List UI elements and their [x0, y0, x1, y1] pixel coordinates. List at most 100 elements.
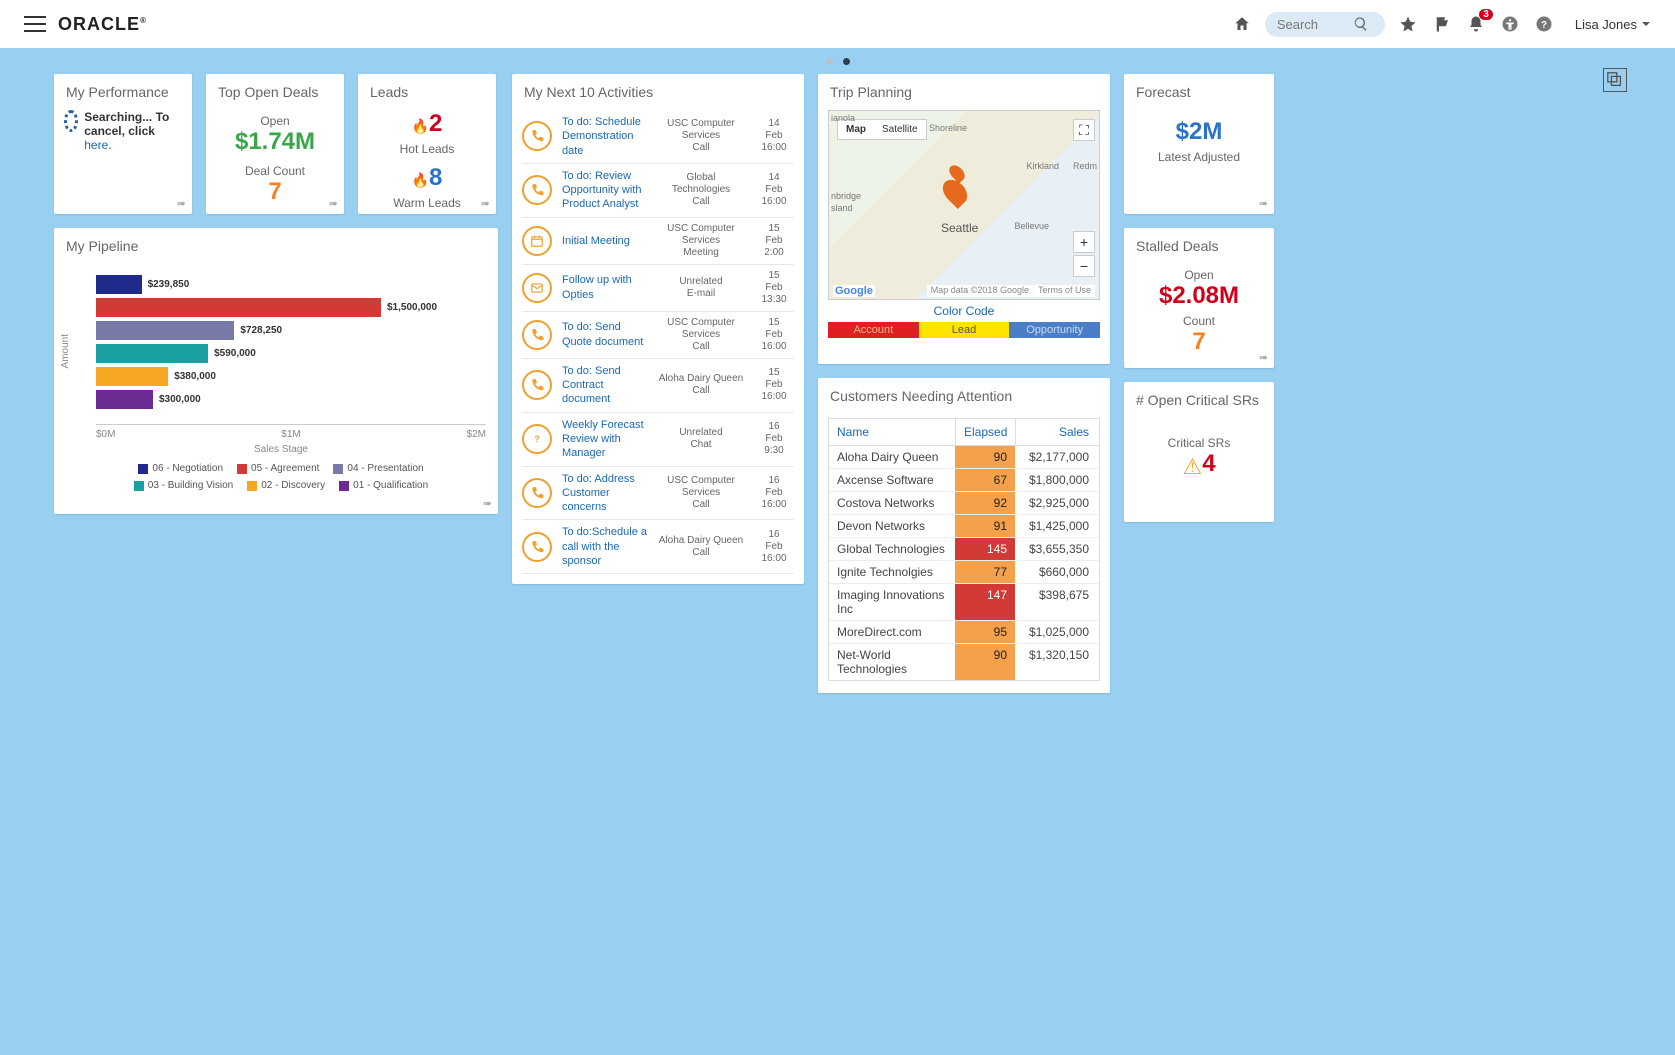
user-menu[interactable]: Lisa Jones: [1575, 17, 1651, 32]
card-leads: Leads 🔥2 Hot Leads 🔥8 Warm Leads ➠: [358, 74, 496, 214]
hot-leads-count: 2: [429, 110, 442, 137]
legend-item[interactable]: 05 - Agreement: [237, 463, 319, 474]
card-forecast: Forecast $2M Latest Adjusted ➠: [1124, 74, 1274, 214]
home-icon[interactable]: [1231, 13, 1253, 35]
hamburger-menu-icon[interactable]: [24, 16, 46, 32]
phone-icon: [522, 175, 552, 205]
card-customers-needing-attention: Customers Needing Attention Name Elapsed…: [818, 378, 1110, 693]
user-name: Lisa Jones: [1575, 17, 1637, 32]
chart-bar[interactable]: $380,000: [96, 366, 486, 387]
activity-row: Initial Meeting USC Computer ServicesMeet…: [522, 218, 794, 265]
activity-task-link[interactable]: Follow up with Opties: [562, 273, 648, 302]
legend-item[interactable]: 02 - Discovery: [247, 480, 325, 491]
activity-task-link[interactable]: To do:Schedule a call with the sponsor: [562, 525, 648, 568]
table-row[interactable]: MoreDirect.com95$1,025,000: [829, 621, 1099, 644]
warm-leads-count: 8: [429, 164, 442, 191]
activity-date: 15Feb2:00: [754, 223, 794, 259]
performance-loading: Searching... To cancel, click here.: [54, 110, 192, 172]
activity-date: 16Feb16:00: [754, 475, 794, 511]
phone-icon: [522, 532, 552, 562]
card-title: Trip Planning: [818, 74, 1110, 110]
table-row[interactable]: Axcense Software67$1,800,000: [829, 469, 1099, 492]
map[interactable]: Map Satellite ⛶ + − ianola nbridge sland…: [828, 110, 1100, 300]
activity-task-link[interactable]: To do: Schedule Demonstration date: [562, 115, 648, 158]
help-icon[interactable]: ?: [1533, 13, 1555, 35]
card-more-icon[interactable]: ➠: [1259, 197, 1268, 210]
card-title: Leads: [358, 74, 420, 110]
activity-row: ? Weekly Forecast Review with Manager Unre…: [522, 413, 794, 467]
legend-item[interactable]: 01 - Qualification: [339, 480, 428, 491]
legend-item[interactable]: 03 - Building Vision: [134, 480, 233, 491]
notifications-icon[interactable]: 3: [1465, 13, 1487, 35]
dashboard-board: My Performance Searching... To cancel, c…: [0, 74, 1675, 733]
card-open-critical-srs: # Open Critical SRs Critical SRs ⚠4: [1124, 382, 1274, 522]
card-more-icon[interactable]: ➠: [481, 197, 490, 210]
card-title: Top Open Deals: [206, 74, 330, 110]
question-icon: ?: [522, 424, 552, 454]
col-header-sales[interactable]: Sales: [1015, 419, 1099, 445]
phone-icon: [522, 370, 552, 400]
activity-row: To do:Schedule a call with the sponsorAl…: [522, 520, 794, 574]
activity-meta: UnrelatedE-mail: [658, 276, 744, 300]
search-icon: [1353, 16, 1369, 32]
chart-bar[interactable]: $728,250: [96, 320, 486, 341]
card-more-icon[interactable]: ➠: [483, 497, 492, 510]
open-amount: $1.74M: [235, 128, 315, 156]
calendar-icon: [522, 226, 552, 256]
activity-task-link[interactable]: To do: Send Contract document: [562, 364, 648, 407]
activity-task-link[interactable]: To do: Send Quote document: [562, 320, 648, 349]
page-indicator[interactable]: [0, 48, 1675, 74]
chart-bar[interactable]: $239,850: [96, 274, 486, 295]
table-row[interactable]: Ignite Technolgies77$660,000: [829, 561, 1099, 584]
table-row[interactable]: Costova Networks92$2,925,000: [829, 492, 1099, 515]
activity-meta: UnrelatedChat: [658, 427, 744, 451]
table-row[interactable]: Devon Networks91$1,425,000: [829, 515, 1099, 538]
card-title: My Next 10 Activities: [512, 74, 804, 110]
activity-date: 15Feb16:00: [754, 317, 794, 353]
card-more-icon[interactable]: ➠: [1259, 351, 1268, 364]
phone-icon: [522, 478, 552, 508]
global-header: ORACLE® 3 ? Lisa Jones: [0, 0, 1675, 48]
terms-link[interactable]: Terms of Use: [1036, 285, 1093, 295]
composer-toggle-icon[interactable]: [1603, 68, 1627, 92]
accessibility-icon[interactable]: [1499, 13, 1521, 35]
activity-meta: USC Computer ServicesCall: [658, 118, 744, 154]
brand: ORACLE®: [24, 14, 147, 35]
activity-meta: Global TechnologiesCall: [658, 172, 744, 208]
chart-bar[interactable]: $300,000: [96, 389, 486, 410]
activity-task-link[interactable]: Initial Meeting: [562, 234, 648, 248]
map-labels: ianola nbridge sland Shoreline Seattle K…: [829, 111, 1099, 299]
activity-row: To do: Send Quote documentUSC Computer S…: [522, 312, 794, 359]
chart-bar[interactable]: $590,000: [96, 343, 486, 364]
color-code-title: Color Code: [818, 304, 1110, 318]
card-more-icon[interactable]: ➠: [329, 197, 338, 210]
activity-task-link[interactable]: Weekly Forecast Review with Manager: [562, 418, 648, 461]
phone-icon: [522, 320, 552, 350]
col-header-elapsed[interactable]: Elapsed: [955, 419, 1015, 445]
flag-icon[interactable]: [1431, 13, 1453, 35]
legend-item[interactable]: 04 - Presentation: [333, 463, 423, 474]
chevron-down-icon: [1641, 19, 1651, 29]
activity-meta: USC Computer ServicesMeeting: [658, 223, 744, 259]
svg-text:?: ?: [534, 434, 539, 444]
legend-item[interactable]: 06 - Negotiation: [138, 463, 223, 474]
search-input[interactable]: [1275, 16, 1345, 33]
activity-task-link[interactable]: To do: Address Customer concerns: [562, 472, 648, 515]
col-header-name[interactable]: Name: [829, 419, 955, 445]
card-more-icon[interactable]: ➠: [177, 197, 186, 210]
activity-date: 14Feb16:00: [754, 172, 794, 208]
table-row[interactable]: Imaging Innovations Inc147$398,675: [829, 584, 1099, 621]
table-row[interactable]: Global Technologies145$3,655,350: [829, 538, 1099, 561]
card-title: Customers Needing Attention: [818, 378, 1110, 414]
chart-bar[interactable]: $1,500,000: [96, 297, 486, 318]
page-dot[interactable]: [826, 58, 833, 65]
stalled-open-value: $2.08M: [1159, 282, 1239, 310]
search-field[interactable]: [1265, 12, 1385, 37]
cancel-search-link[interactable]: here: [84, 138, 108, 152]
table-row[interactable]: Net-World Technologies90$1,320,150: [829, 644, 1099, 680]
table-row[interactable]: Aloha Dairy Queen90$2,177,000: [829, 446, 1099, 469]
page-dot[interactable]: [843, 58, 850, 65]
deal-count: 7: [268, 178, 281, 206]
activity-task-link[interactable]: To do: Review Opportunity with Product A…: [562, 169, 648, 212]
favorites-icon[interactable]: [1397, 13, 1419, 35]
